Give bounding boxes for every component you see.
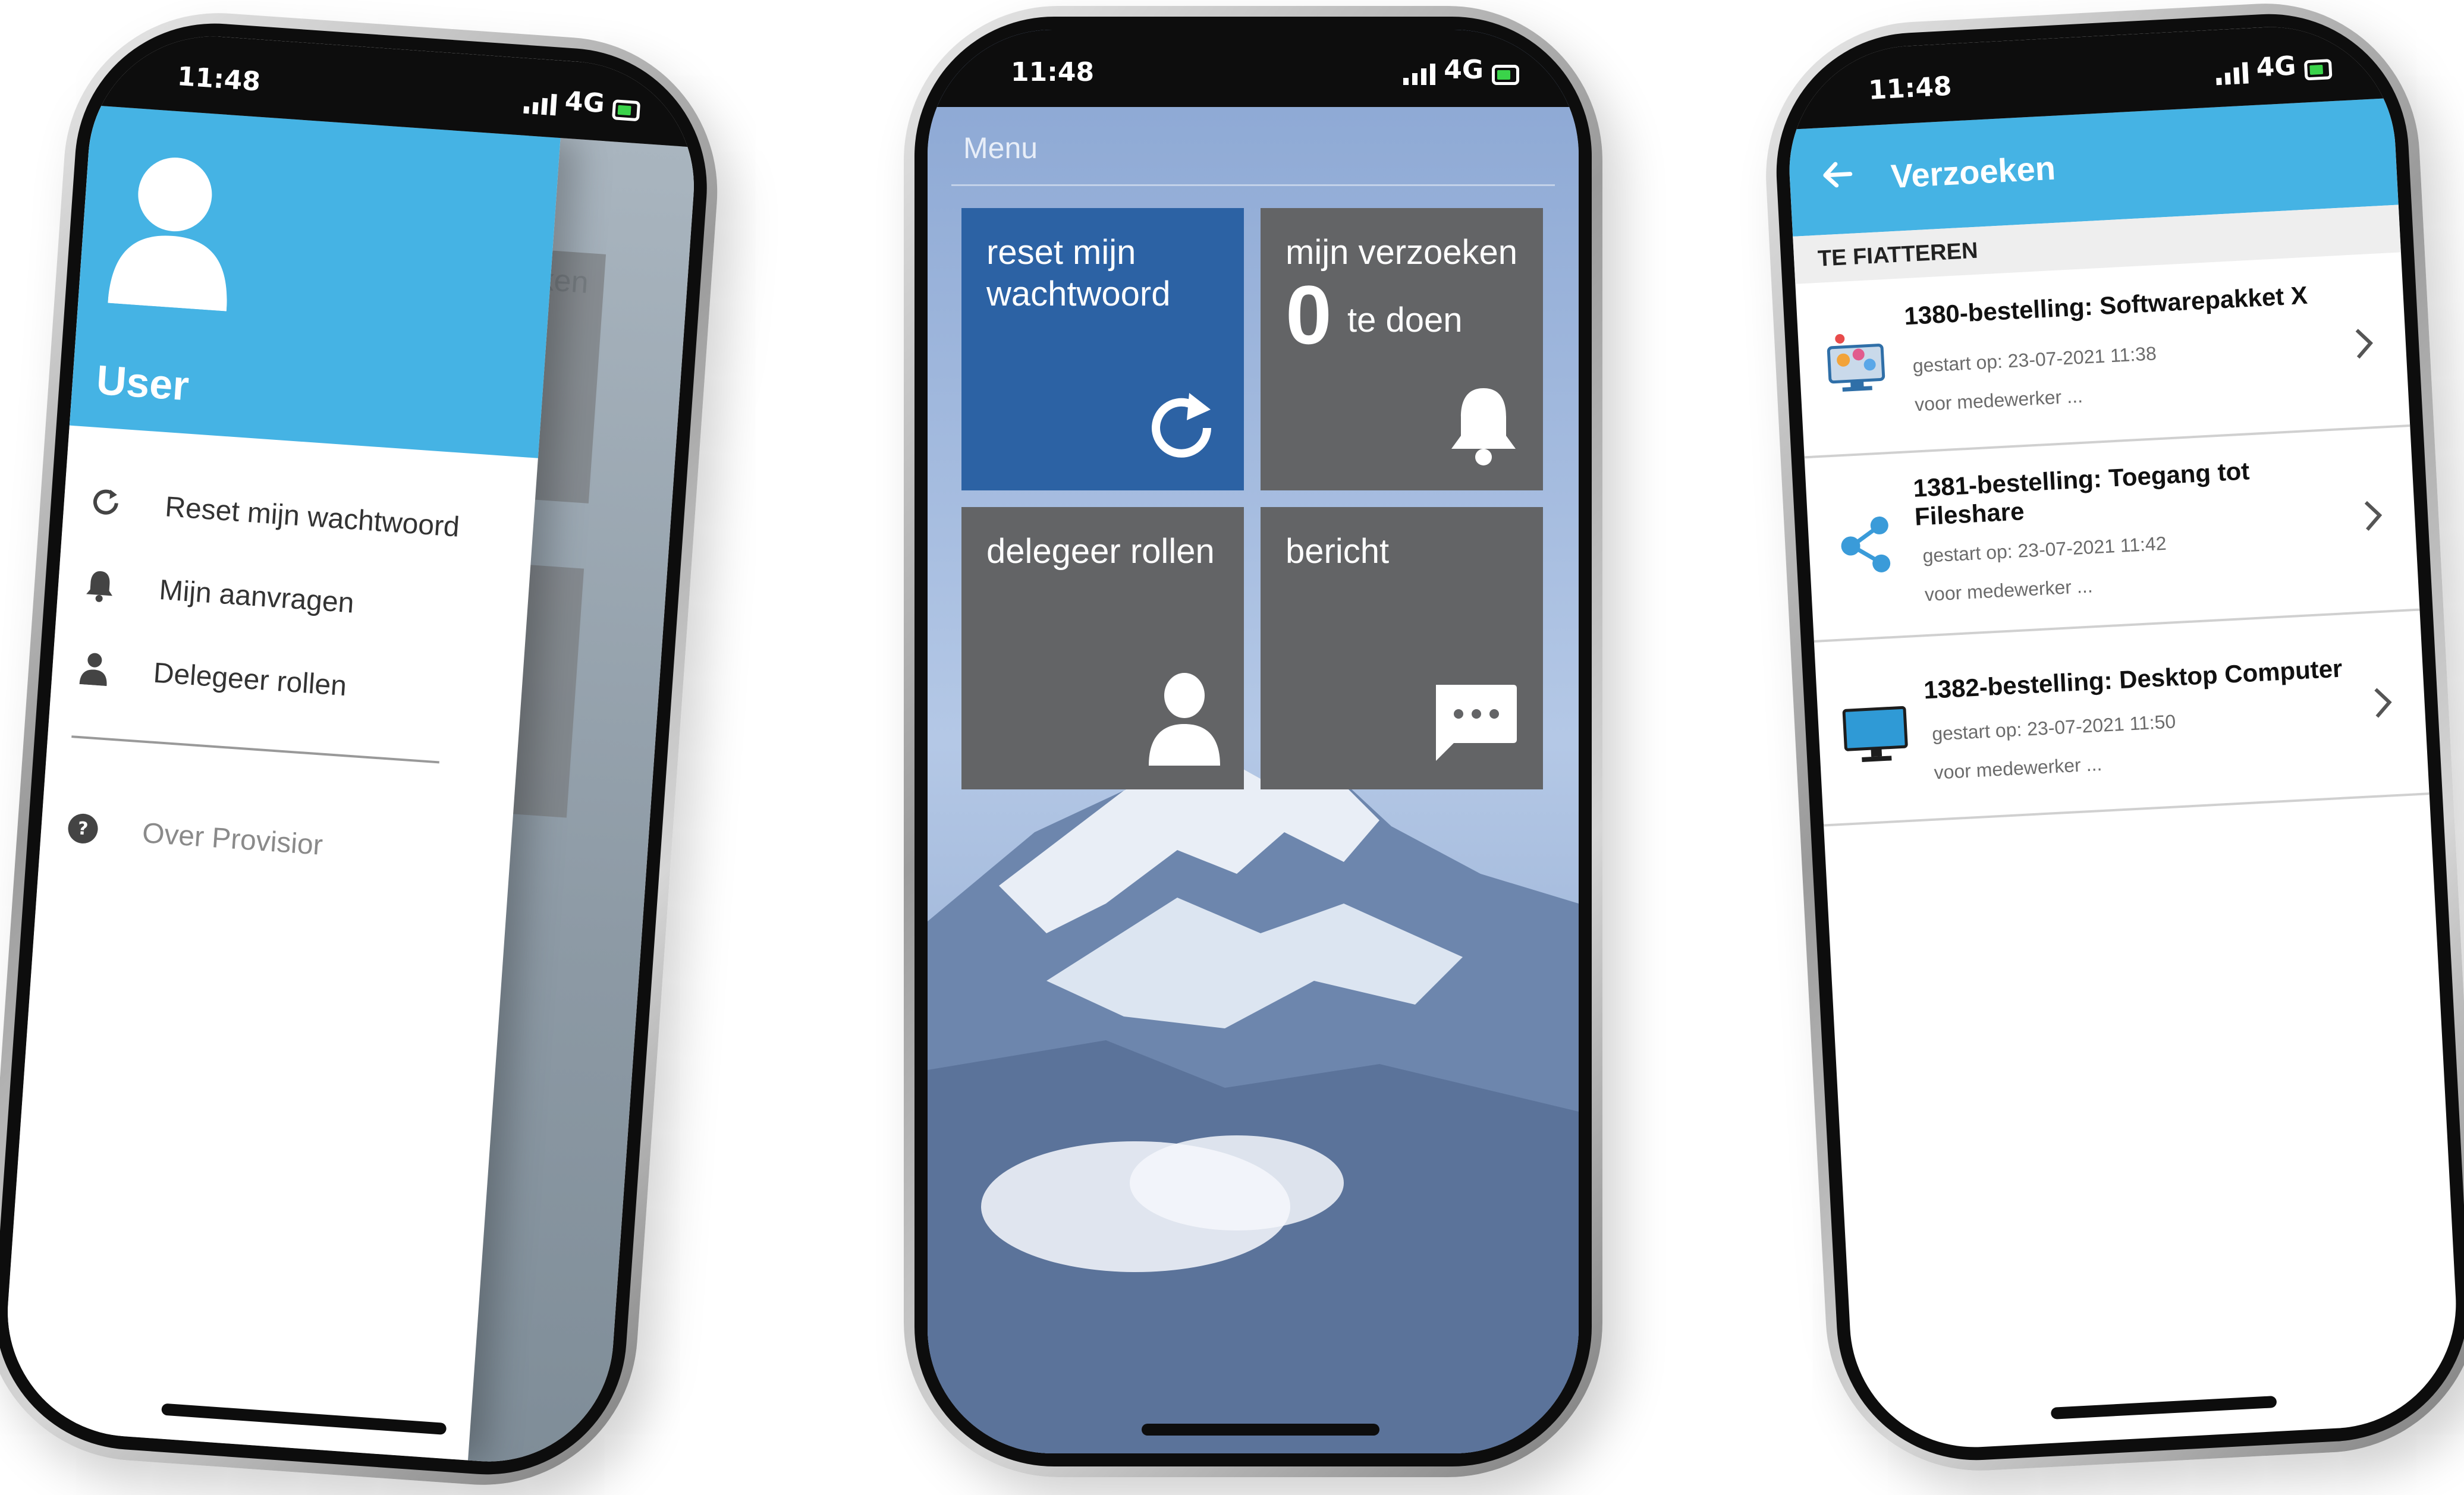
todo-counter: 0 te doen [1286, 273, 1463, 357]
screen-menu: Menu reset mijn wachtwoord mijn verzoeke… [928, 30, 1579, 1453]
user-avatar-icon [108, 158, 227, 311]
bell-icon [1451, 388, 1516, 465]
chat-icon [1436, 685, 1517, 761]
drawer-item-my-requests[interactable]: Mijn aanvragen [74, 557, 356, 630]
request-title: 1381-bestelling: Toegang tot Fileshare [1912, 457, 2251, 531]
desktop-icon [1841, 701, 1910, 770]
status-time: 11:48 [176, 61, 262, 97]
battery-icon [2303, 59, 2333, 81]
drawer-item-label: Reset mijn wachtwoord [164, 490, 461, 543]
svg-text:?: ? [77, 818, 89, 839]
drawer-item-label: Over Provisior [141, 817, 324, 861]
request-started: gestart op: 23-07-2021 11:50 [1931, 710, 2177, 745]
phone-right: Verzoeken TE FIATTEREN 1380-bestelling: … [1758, 0, 2464, 1479]
network-label: 4G [564, 86, 606, 119]
signal-icon [1403, 61, 1436, 85]
back-button[interactable] [1812, 150, 1862, 200]
software-package-icon [1821, 327, 1890, 396]
menu-title: Menu [963, 131, 1038, 165]
network-label: 4G [2255, 51, 2297, 83]
tile-label: reset mijn wachtwoord [986, 233, 1171, 313]
arrow-left-icon [1823, 162, 1853, 188]
tile-message[interactable]: bericht [1261, 507, 1543, 789]
tile-my-requests[interactable]: mijn verzoeken 0 te doen [1261, 208, 1543, 490]
request-started: gestart op: 23-07-2021 11:38 [1912, 342, 2157, 377]
request-item[interactable]: 1382-bestelling: Desktop Computer gestar… [1814, 608, 2430, 827]
bell-icon [74, 560, 125, 610]
status-time: 11:48 [1011, 57, 1095, 87]
drawer-header: User [69, 105, 561, 458]
refresh-icon [1152, 393, 1211, 458]
drawer-divider [71, 735, 439, 764]
chevron-right-icon [2354, 491, 2392, 540]
status-indicators: 4G [523, 83, 642, 122]
tile-label: delegeer rollen [986, 532, 1215, 571]
drawer-item-reset-password[interactable]: Reset mijn wachtwoord [80, 474, 461, 554]
request-for: voor medewerker ... [1914, 385, 2083, 416]
tile-label: mijn verzoeken [1286, 233, 1518, 272]
screen-requests: Verzoeken TE FIATTEREN 1380-bestelling: … [1783, 20, 2463, 1454]
person-icon [69, 643, 120, 694]
battery-icon [1492, 65, 1519, 85]
help-icon: ? [58, 803, 108, 854]
person-icon [1149, 673, 1220, 766]
request-started: gestart op: 23-07-2021 11:42 [1922, 532, 2167, 567]
status-time: 11:48 [1868, 71, 1953, 106]
home-indicator[interactable] [1142, 1424, 1379, 1436]
drawer-item-label: Mijn aanvragen [158, 574, 356, 619]
tile-reset-password[interactable]: reset mijn wachtwoord [961, 208, 1244, 490]
status-indicators: 4G [1403, 55, 1519, 85]
battery-icon [611, 99, 641, 122]
todo-label: te doen [1347, 301, 1463, 339]
request-for: voor medewerker ... [1924, 575, 2094, 606]
share-icon [1831, 511, 1900, 580]
network-label: 4G [1444, 55, 1484, 85]
user-name: User [95, 356, 191, 410]
request-title: 1382-bestelling: Desktop Computer [1923, 654, 2343, 704]
tile-delegate-roles[interactable]: delegeer rollen [961, 507, 1244, 789]
tile-label: bericht [1286, 532, 1390, 571]
request-title: 1380-bestelling: Softwarepakket X [1903, 281, 2308, 331]
drawer-item-delegate-roles[interactable]: Delegeer rollen [68, 640, 348, 713]
navigation-drawer: User Reset mijn wachtwoord Mijn aanvrage… [0, 105, 561, 1461]
chevron-right-icon [2345, 319, 2383, 368]
chevron-right-icon [2364, 678, 2402, 728]
drawer-item-label: Delegeer rollen [152, 657, 348, 702]
screen-drawer: ken User Reset mijn wachtwoord [0, 28, 703, 1470]
request-for: voor medewerker ... [1933, 753, 2103, 783]
request-item[interactable]: 1380-bestelling: Softwarepakket X gestar… [1795, 252, 2410, 459]
drawer-item-about[interactable]: ? Over Provisior [58, 800, 325, 872]
todo-count: 0 [1286, 268, 1332, 361]
signal-icon [2215, 59, 2249, 86]
signal-icon [523, 90, 558, 116]
menu-divider [951, 184, 1555, 186]
request-item[interactable]: 1381-bestelling: Toegang tot Fileshare g… [1804, 424, 2420, 643]
home-indicator[interactable] [2050, 1395, 2277, 1420]
phone-left: ken User Reset mijn wachtwoord [0, 2, 728, 1495]
status-bar: 11:48 4G [928, 30, 1579, 107]
status-indicators: 4G [2215, 49, 2333, 86]
refresh-icon [80, 477, 131, 528]
phone-middle: Menu reset mijn wachtwoord mijn verzoeke… [904, 6, 1602, 1477]
page-title: Verzoeken [1890, 149, 2057, 196]
